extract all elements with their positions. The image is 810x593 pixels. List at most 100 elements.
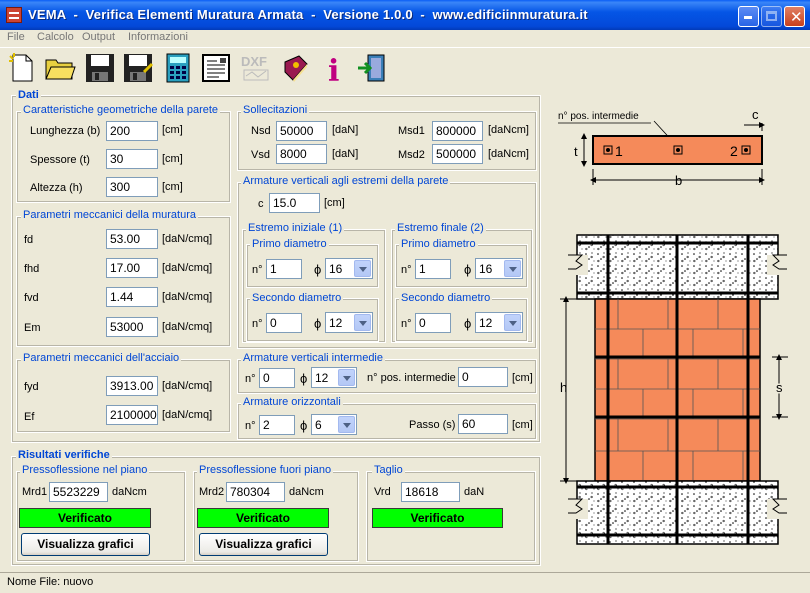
pos-intermedie-unit: [cm]	[512, 372, 533, 384]
fvd-input[interactable]: 1.44	[106, 287, 158, 307]
c-unit: [cm]	[324, 197, 345, 209]
armature-orizzontali-title: Armature orizzontali	[241, 396, 343, 408]
calculator-icon[interactable]	[162, 52, 194, 84]
info-icon[interactable]: i	[320, 52, 352, 84]
finale-secondo-phi-label: ϕ	[464, 316, 472, 331]
spessore-input[interactable]: 30	[106, 149, 158, 169]
report-icon[interactable]	[200, 52, 232, 84]
iniziale-secondo-title: Secondo diametro	[250, 292, 344, 304]
vrd-unit: daN	[464, 486, 485, 498]
em-unit: [daN/cmq]	[162, 321, 213, 333]
save-as-icon[interactable]	[122, 52, 154, 84]
fd-unit: [daN/cmq]	[162, 233, 213, 245]
s-dim-label: s	[776, 380, 783, 395]
taglio-status-indicator: Verificato	[372, 508, 503, 528]
iniziale-primo-n-label: n°	[252, 264, 263, 276]
finale-secondo-phi-value: 12	[479, 316, 493, 330]
acciaio-title: Parametri meccanici dell'acciaio	[21, 352, 182, 364]
lunghezza-label: Lunghezza (b)	[30, 125, 101, 137]
finale-secondo-phi-select[interactable]: 12	[475, 312, 523, 333]
minimize-button[interactable]	[738, 6, 759, 27]
chevron-down-icon[interactable]	[354, 314, 371, 331]
save-icon[interactable]	[84, 52, 116, 84]
open-folder-icon[interactable]	[44, 52, 76, 84]
altezza-input[interactable]: 300	[106, 177, 158, 197]
mrd1-label: Mrd1	[22, 486, 48, 498]
chevron-down-icon[interactable]	[354, 260, 371, 277]
iniziale-secondo-phi-select[interactable]: 12	[325, 312, 373, 333]
intermedie-phi-select[interactable]: 12	[311, 367, 357, 388]
piano-status-indicator: Verificato	[19, 508, 151, 528]
finale-primo-n-label: n°	[401, 264, 412, 276]
chevron-down-icon[interactable]	[338, 369, 355, 386]
iniziale-secondo-n-input[interactable]: 0	[266, 313, 302, 333]
menu-output[interactable]: Output	[82, 31, 115, 43]
menu-informazioni[interactable]: Informazioni	[128, 31, 188, 43]
finale-primo-n-input[interactable]: 1	[415, 259, 451, 279]
fd-input[interactable]: 53.00	[106, 229, 158, 249]
ef-unit: [daN/cmq]	[162, 409, 213, 421]
window-title: VEMA - Verifica Elementi Muratura Armata…	[28, 7, 588, 22]
fyd-label: fyd	[24, 381, 39, 393]
msd2-input[interactable]: 500000	[432, 144, 483, 164]
armature-estremi-title: Armature verticali agli estremi della pa…	[241, 175, 451, 187]
piano-grafici-button[interactable]: Visualizza grafici	[21, 533, 150, 556]
help-book-icon[interactable]	[280, 52, 312, 84]
iniziale-primo-n-input[interactable]: 1	[266, 259, 302, 279]
intermedie-n-input[interactable]: 0	[259, 368, 295, 388]
b-dim-label: b	[675, 173, 682, 188]
chevron-down-icon[interactable]	[504, 314, 521, 331]
menu-file[interactable]: File	[7, 31, 25, 43]
fyd-input[interactable]: 3913.00	[106, 376, 158, 396]
iniziale-secondo-phi-value: 12	[329, 316, 343, 330]
fuori-piano-grafici-button[interactable]: Visualizza grafici	[199, 533, 328, 556]
vsd-unit: [daN]	[332, 148, 359, 160]
vsd-input[interactable]: 8000	[276, 144, 327, 164]
estremo-iniziale-title: Estremo iniziale (1)	[246, 222, 345, 234]
ef-input[interactable]: 2100000	[106, 405, 158, 425]
mrd2-label: Mrd2	[199, 486, 225, 498]
rebar-1-label: 1	[615, 143, 623, 159]
msd1-label: Msd1	[398, 125, 425, 137]
fvd-label: fvd	[24, 292, 39, 304]
iniziale-primo-phi-select[interactable]: 16	[325, 258, 373, 279]
em-input[interactable]: 53000	[106, 317, 158, 337]
iniziale-primo-phi-value: 16	[329, 262, 343, 276]
exit-icon[interactable]	[356, 52, 388, 84]
pos-intermedie-input[interactable]: 0	[458, 367, 508, 387]
new-file-icon[interactable]	[6, 52, 38, 84]
finale-primo-phi-select[interactable]: 16	[475, 258, 523, 279]
orizzontali-n-input[interactable]: 2	[259, 415, 295, 435]
passo-input[interactable]: 60	[458, 414, 508, 434]
fhd-unit: [daN/cmq]	[162, 262, 213, 274]
mrd1-output: 5523229	[49, 482, 108, 502]
iniziale-primo-phi-label: ϕ	[314, 262, 322, 277]
dxf-export-icon[interactable]: DXF	[240, 52, 272, 84]
chevron-down-icon[interactable]	[504, 260, 521, 277]
rebar-2-label: 2	[730, 143, 738, 159]
intermedie-phi-label: ϕ	[300, 371, 308, 386]
lunghezza-input[interactable]: 200	[106, 121, 158, 141]
close-button[interactable]: ✕	[784, 6, 805, 27]
msd1-input[interactable]: 800000	[432, 121, 483, 141]
mrd2-output: 780304	[226, 482, 285, 502]
estremo-finale-title: Estremo finale (2)	[395, 222, 486, 234]
menu-calcolo[interactable]: Calcolo	[37, 31, 74, 43]
nsd-input[interactable]: 50000	[276, 121, 327, 141]
fuori-piano-title: Pressoflessione fuori piano	[197, 464, 334, 476]
pos-intermedie-label: n° pos. intermedie	[367, 372, 456, 384]
nsd-unit: [daN]	[332, 124, 359, 136]
finale-secondo-n-input[interactable]: 0	[415, 313, 451, 333]
fhd-input[interactable]: 17.00	[106, 258, 158, 278]
lunghezza-unit: [cm]	[162, 124, 183, 136]
msd1-unit: [daNcm]	[488, 124, 529, 136]
intermedie-n-label: n°	[245, 373, 256, 385]
mrd1-unit: daNcm	[112, 486, 147, 498]
finale-secondo-n-label: n°	[401, 318, 412, 330]
dati-title: Dati	[16, 89, 41, 101]
msd2-unit: [daNcm]	[488, 148, 529, 160]
c-input[interactable]: 15.0	[269, 193, 320, 213]
orizzontali-phi-select[interactable]: 6	[311, 414, 357, 435]
wall-diagram: n° pos. intermedie c t 1 2 b h s	[558, 107, 788, 545]
chevron-down-icon[interactable]	[338, 416, 355, 433]
